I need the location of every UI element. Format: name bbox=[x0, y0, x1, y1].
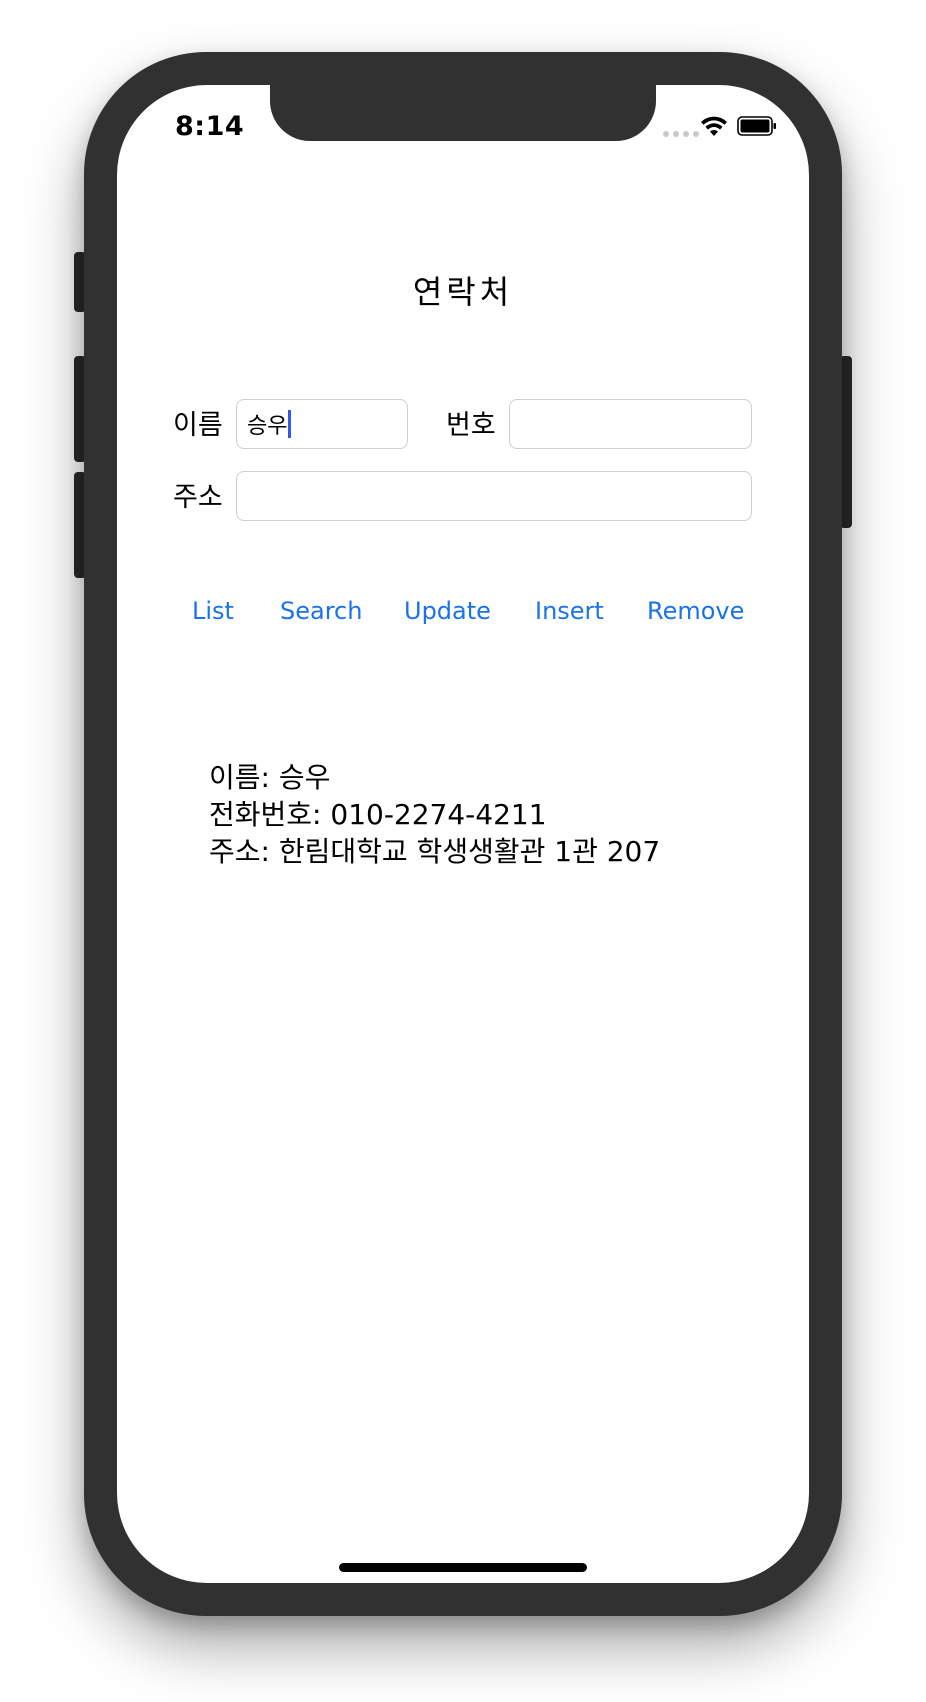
phone-label: 번호 bbox=[446, 410, 496, 441]
name-input[interactable]: 승우 bbox=[236, 399, 408, 449]
text-caret bbox=[288, 410, 292, 438]
battery-icon bbox=[737, 116, 776, 136]
address-input[interactable] bbox=[236, 471, 752, 521]
home-indicator[interactable] bbox=[339, 1563, 587, 1572]
address-label: 주소 bbox=[173, 482, 223, 513]
search-button[interactable]: Search bbox=[280, 597, 362, 625]
result-text: 이름: 승우 전화번호: 010-2274-4211 주소: 한림대학교 학생생… bbox=[209, 759, 789, 870]
wifi-icon bbox=[701, 116, 727, 136]
page-title: 연락처 bbox=[412, 273, 514, 311]
insert-button[interactable]: Insert bbox=[535, 597, 604, 625]
stage: 8:14 연락처 이름 승우 번호 주소 List Search Update … bbox=[0, 0, 926, 1702]
phone-input[interactable] bbox=[509, 399, 752, 449]
name-input-value: 승우 bbox=[247, 414, 288, 439]
remove-button[interactable]: Remove bbox=[647, 597, 744, 625]
list-button[interactable]: List bbox=[192, 597, 234, 625]
update-button[interactable]: Update bbox=[404, 597, 491, 625]
cellular-signal-icon bbox=[663, 131, 699, 137]
result-phone: 전화번호: 010-2274-4211 bbox=[209, 798, 547, 831]
name-label: 이름 bbox=[173, 410, 223, 441]
status-time: 8:14 bbox=[175, 111, 245, 142]
phone-screen: 8:14 연락처 이름 승우 번호 주소 List Search Update … bbox=[117, 85, 809, 1583]
notch bbox=[270, 85, 656, 141]
result-address: 주소: 한림대학교 학생생활관 1관 207 bbox=[209, 835, 661, 868]
action-bar: List Search Update Insert Remove bbox=[117, 597, 809, 637]
result-name: 이름: 승우 bbox=[209, 761, 331, 794]
